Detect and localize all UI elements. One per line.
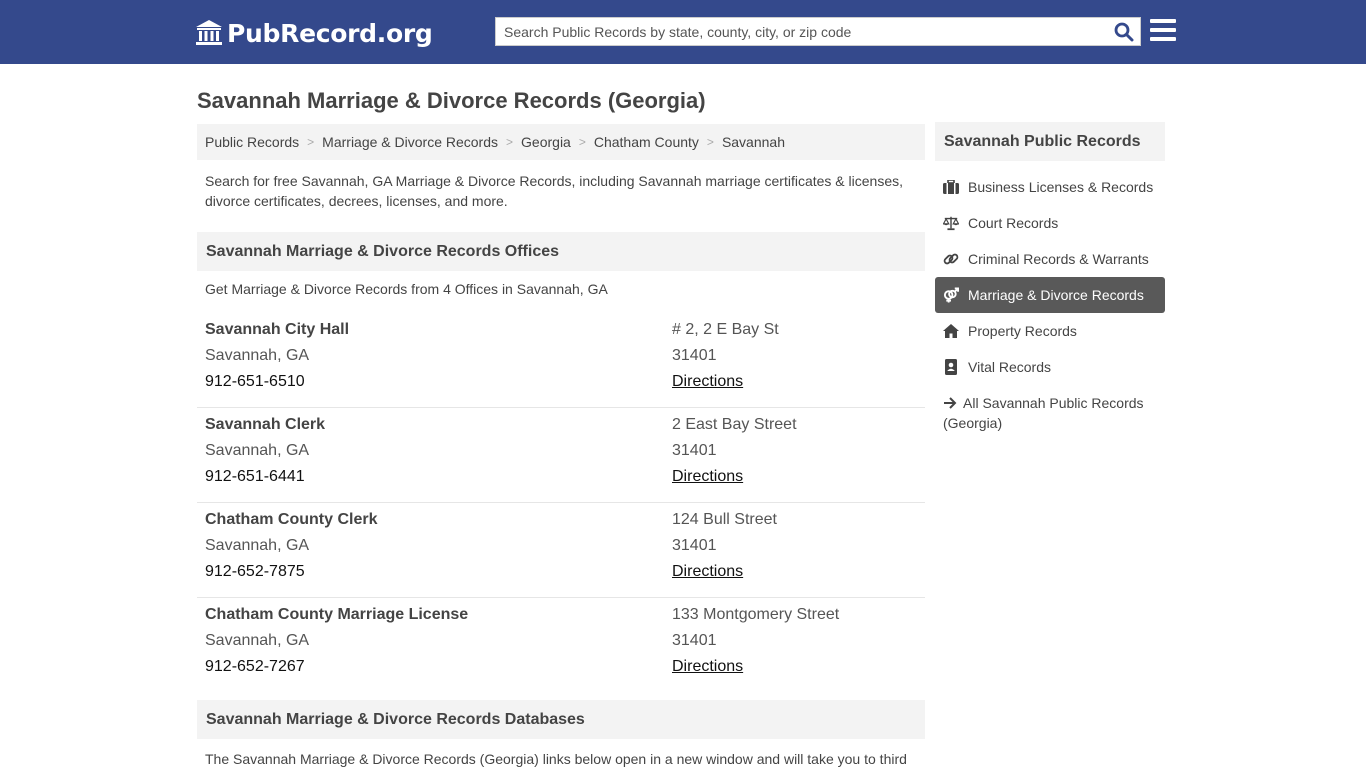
- office-address: 2 East Bay Street: [672, 416, 797, 433]
- courthouse-icon: [196, 20, 222, 45]
- arrow-right-icon: [944, 397, 957, 409]
- sidebar-item-criminal-records[interactable]: Criminal Records & Warrants: [935, 241, 1165, 277]
- link-icon: [943, 251, 959, 267]
- office-city: Savannah, GA: [205, 442, 310, 459]
- offices-subtitle: Get Marriage & Divorce Records from 4 Of…: [205, 281, 608, 297]
- office-address: # 2, 2 E Bay St: [672, 321, 779, 338]
- office-zip: 31401: [672, 632, 717, 649]
- sidebar-item-vital-records[interactable]: Vital Records: [935, 349, 1165, 385]
- search-input[interactable]: [496, 18, 1106, 45]
- office-card: Savannah City Hall Savannah, GA 912-651-…: [197, 313, 925, 408]
- breadcrumb-georgia[interactable]: Georgia: [521, 134, 571, 150]
- office-city: Savannah, GA: [205, 537, 310, 554]
- sidebar-all-public-records-link[interactable]: All Savannah Public Records (Georgia): [943, 393, 1165, 433]
- office-name: Chatham County Clerk: [205, 511, 378, 528]
- breadcrumb-public-records[interactable]: Public Records: [205, 134, 299, 150]
- sidebar-item-label: Property Records: [968, 323, 1077, 339]
- office-name: Savannah Clerk: [205, 416, 326, 433]
- office-city: Savannah, GA: [205, 632, 310, 649]
- office-card: Chatham County Clerk Savannah, GA 912-65…: [197, 503, 925, 598]
- office-phone: 912-651-6441: [205, 468, 305, 485]
- databases-intro-text: The Savannah Marriage & Divorce Records …: [205, 751, 907, 767]
- office-card: Savannah Clerk Savannah, GA 912-651-6441…: [197, 408, 925, 503]
- office-phone: 912-651-6510: [205, 373, 305, 390]
- databases-section-heading: Savannah Marriage & Divorce Records Data…: [197, 700, 925, 739]
- top-navigation-bar: PubRecord.org: [0, 0, 1366, 64]
- briefcase-icon: [943, 179, 959, 195]
- directions-link[interactable]: Directions: [672, 563, 743, 581]
- office-city: Savannah, GA: [205, 347, 310, 364]
- sidebar-item-court-records[interactable]: Court Records: [935, 205, 1165, 241]
- home-icon: [943, 323, 959, 339]
- search-icon: [1114, 22, 1134, 42]
- sidebar-item-marriage-divorce-records[interactable]: Marriage & Divorce Records: [935, 277, 1165, 313]
- intro-text: Search for free Savannah, GA Marriage & …: [205, 173, 904, 209]
- office-name: Savannah City Hall: [205, 321, 350, 338]
- logo-text: PubRecord.org: [227, 18, 433, 48]
- breadcrumb-separator: >: [706, 135, 714, 149]
- sidebar-item-label: Business Licenses & Records: [968, 179, 1154, 195]
- sidebar-item-label: Marriage & Divorce Records: [968, 287, 1144, 303]
- page-title: Savannah Marriage & Divorce Records (Geo…: [197, 88, 706, 113]
- sidebar-heading: Savannah Public Records: [935, 122, 1165, 161]
- sidebar-item-label: Court Records: [968, 215, 1059, 231]
- breadcrumb-separator: >: [506, 135, 514, 149]
- site-logo[interactable]: PubRecord.org: [195, 17, 433, 49]
- breadcrumb-savannah[interactable]: Savannah: [722, 134, 785, 150]
- office-name: Chatham County Marriage License: [205, 606, 469, 623]
- scale-icon: [943, 215, 959, 231]
- breadcrumb-separator: >: [578, 135, 586, 149]
- offices-section-heading: Savannah Marriage & Divorce Records Offi…: [197, 232, 925, 271]
- breadcrumb-chatham-county[interactable]: Chatham County: [594, 134, 699, 150]
- directions-link[interactable]: Directions: [672, 373, 743, 391]
- directions-link[interactable]: Directions: [672, 468, 743, 486]
- sidebar-all-link-label: All Savannah Public Records (Georgia): [943, 395, 1144, 431]
- breadcrumb-separator: >: [307, 135, 315, 149]
- breadcrumb: Public Records > Marriage & Divorce Reco…: [197, 124, 925, 160]
- search-button[interactable]: [1112, 20, 1136, 44]
- sidebar-item-property-records[interactable]: Property Records: [935, 313, 1165, 349]
- directions-link[interactable]: Directions: [672, 658, 743, 676]
- sidebar-item-label: Criminal Records & Warrants: [968, 251, 1149, 267]
- office-zip: 31401: [672, 537, 717, 554]
- breadcrumb-marriage-divorce-records[interactable]: Marriage & Divorce Records: [322, 134, 498, 150]
- vital-book-icon: [943, 359, 959, 375]
- office-address: 124 Bull Street: [672, 511, 777, 528]
- office-phone: 912-652-7875: [205, 563, 305, 580]
- office-card: Chatham County Marriage License Savannah…: [197, 598, 925, 693]
- office-phone: 912-652-7267: [205, 658, 305, 675]
- sidebar-item-business-licenses[interactable]: Business Licenses & Records: [935, 169, 1165, 205]
- office-address: 133 Montgomery Street: [672, 606, 840, 623]
- search-box: [495, 17, 1141, 46]
- gender-icon: [943, 287, 959, 303]
- office-zip: 31401: [672, 442, 717, 459]
- hamburger-menu-icon[interactable]: [1150, 19, 1176, 43]
- sidebar-item-label: Vital Records: [968, 359, 1052, 375]
- office-zip: 31401: [672, 347, 717, 364]
